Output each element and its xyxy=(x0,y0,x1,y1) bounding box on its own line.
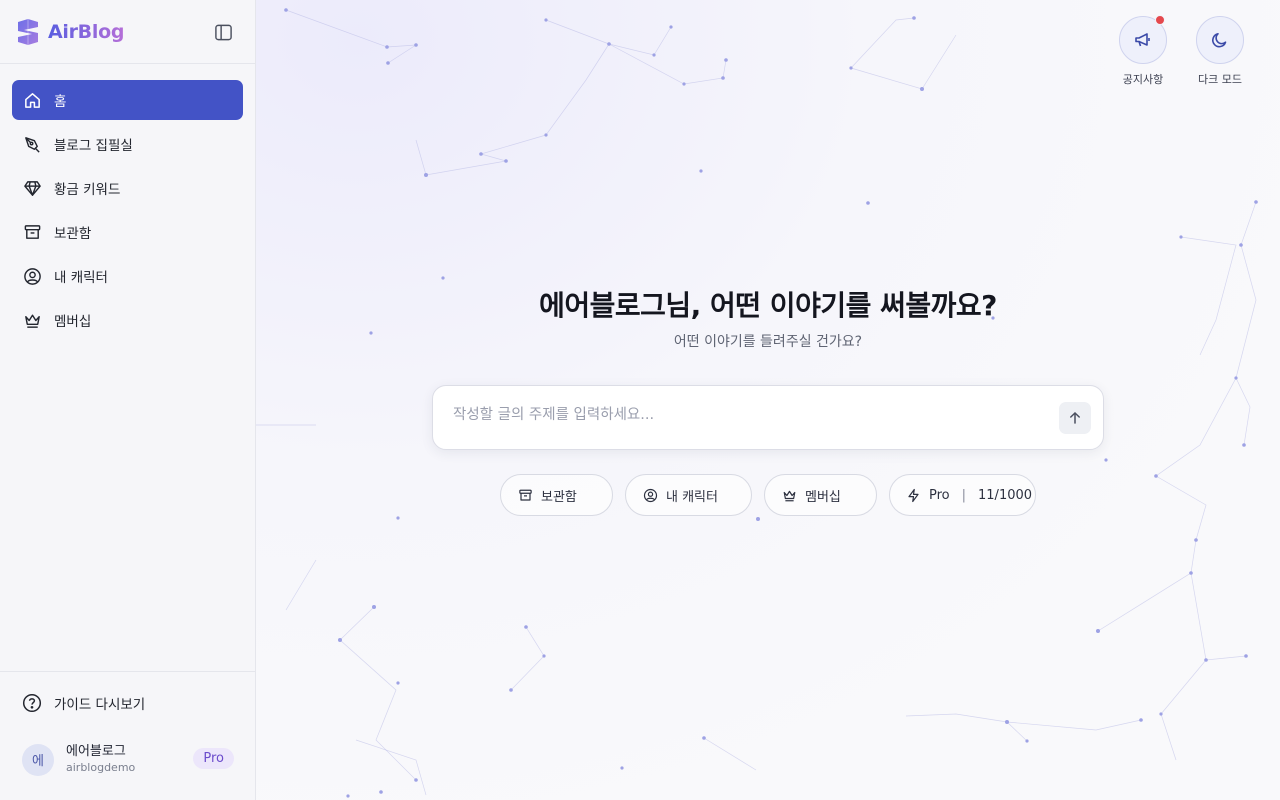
user-info: 에어블로그 airblogdemo xyxy=(66,743,135,776)
brand: AirBlog xyxy=(0,0,255,64)
user-profile[interactable]: 에 에어블로그 airblogdemo Pro xyxy=(22,743,234,776)
user-name: 에어블로그 xyxy=(66,744,126,759)
sidebar-item-label: 보관함 xyxy=(54,226,92,242)
notification-dot xyxy=(1155,15,1165,25)
user-circle-icon xyxy=(22,266,42,286)
sidebar: AirBlog 홈 블로그 집필실 황금 키워드 보관함 내 캐릭터 멤버십 가… xyxy=(0,0,256,800)
megaphone-icon xyxy=(1135,33,1150,47)
quick-actions: 보관함 내 캐릭터 멤버십 Pro | 11/1000 xyxy=(500,474,1036,516)
plan-badge: Pro xyxy=(193,748,234,769)
sidebar-footer: 가이드 다시보기 에 에어블로그 airblogdemo Pro xyxy=(0,671,255,800)
user-id: airblogdemo xyxy=(66,761,136,774)
avatar: 에 xyxy=(22,743,54,776)
moon-icon xyxy=(1212,33,1227,48)
dark-mode-label: 다크 모드 xyxy=(1198,73,1242,86)
sidebar-item-label: 블로그 집필실 xyxy=(54,138,133,154)
archive-icon xyxy=(517,487,533,503)
page-subtitle: 어떤 이야기를 들려주실 건가요? xyxy=(673,334,863,350)
crown-icon xyxy=(22,310,42,330)
sidebar-item-membership[interactable]: 멤버십 xyxy=(12,300,243,340)
usage-count: 11/1000 xyxy=(978,487,1033,503)
my-character-chip-label: 내 캐릭터 xyxy=(666,489,718,505)
sidebar-item-archive[interactable]: 보관함 xyxy=(12,212,243,252)
plan-usage-chip[interactable]: Pro | 11/1000 xyxy=(889,474,1036,516)
topic-input[interactable] xyxy=(453,404,1043,426)
sidebar-panel-icon xyxy=(214,24,232,40)
dark-mode-toggle[interactable]: 다크 모드 xyxy=(1190,16,1250,87)
membership-chip-label: 멤버십 xyxy=(805,489,841,505)
archive-chip-label: 보관함 xyxy=(541,489,577,505)
main-content: 공지사항 다크 모드 에어블로그님, 어떤 이야기를 써볼까요? 어떤 이야기를… xyxy=(256,0,1280,800)
lightning-icon xyxy=(906,487,921,503)
sidebar-item-label: 홈 xyxy=(54,94,67,110)
sidebar-nav: 홈 블로그 집필실 황금 키워드 보관함 내 캐릭터 멤버십 xyxy=(0,64,255,340)
diamond-icon xyxy=(22,178,42,198)
help-circle-icon xyxy=(22,693,42,713)
dark-mode-circle xyxy=(1196,16,1244,64)
airblog-logo-icon[interactable] xyxy=(16,18,40,46)
sidebar-item-label: 내 캐릭터 xyxy=(54,270,108,286)
archive-icon xyxy=(22,222,42,242)
sidebar-item-label: 황금 키워드 xyxy=(54,182,121,198)
plan-label: Pro xyxy=(929,487,950,503)
arrow-up-icon xyxy=(1070,412,1080,424)
page-title: 에어블로그님, 어떤 이야기를 써볼까요? xyxy=(539,289,997,322)
sidebar-item-blog-studio[interactable]: 블로그 집필실 xyxy=(12,124,243,164)
user-circle-icon xyxy=(642,487,658,503)
separator: | xyxy=(961,487,967,503)
guide-replay-button[interactable]: 가이드 다시보기 xyxy=(22,693,145,713)
sidebar-item-label: 멤버십 xyxy=(54,314,92,330)
archive-chip[interactable]: 보관함 xyxy=(500,474,613,516)
sidebar-item-my-character[interactable]: 내 캐릭터 xyxy=(12,256,243,296)
topic-input-box xyxy=(432,385,1104,450)
pen-nib-icon xyxy=(22,134,42,154)
membership-chip[interactable]: 멤버십 xyxy=(764,474,877,516)
notice-circle xyxy=(1119,15,1167,64)
brand-name[interactable]: AirBlog xyxy=(48,21,124,43)
sidebar-toggle-button[interactable] xyxy=(212,21,234,43)
home-icon xyxy=(22,90,42,110)
notice-button[interactable]: 공지사항 xyxy=(1113,15,1173,87)
sidebar-item-home[interactable]: 홈 xyxy=(12,80,243,120)
crown-icon xyxy=(781,487,797,503)
my-character-chip[interactable]: 내 캐릭터 xyxy=(625,474,752,516)
sidebar-item-golden-keyword[interactable]: 황금 키워드 xyxy=(12,168,243,208)
guide-replay-label: 가이드 다시보기 xyxy=(54,697,146,713)
submit-button[interactable] xyxy=(1059,402,1091,434)
notice-label: 공지사항 xyxy=(1122,73,1164,86)
